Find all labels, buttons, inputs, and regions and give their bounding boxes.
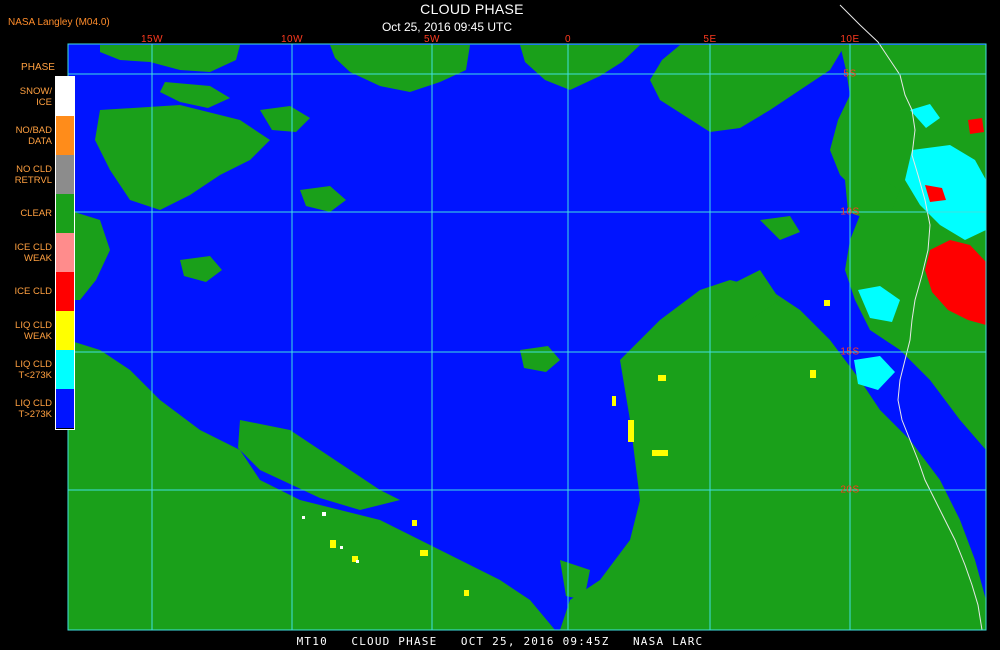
latitude-label: 20S — [840, 484, 860, 496]
legend-swatch — [56, 389, 74, 428]
phase-legend — [55, 76, 75, 430]
longitude-label: 10W — [280, 34, 304, 45]
latitude-label: 15S — [840, 346, 860, 358]
longitude-label: 15W — [140, 34, 164, 45]
legend-label: NO CLD RETRVL — [14, 163, 52, 186]
legend-swatch — [56, 233, 74, 272]
legend-swatch — [56, 155, 74, 194]
legend-label: CLEAR — [20, 208, 52, 219]
legend-swatch — [56, 194, 74, 233]
legend-label: SNOW/ ICE — [19, 85, 52, 108]
legend-label: LIQ CLD T>273K — [15, 397, 52, 420]
longitude-label: 5E — [703, 34, 717, 45]
longitude-label: 0 — [564, 34, 572, 45]
legend-swatch — [56, 272, 74, 311]
legend-swatch — [56, 116, 74, 155]
latitude-label: 10S — [840, 206, 860, 218]
longitude-label: 10E — [840, 34, 860, 45]
legend-label: ICE CLD — [14, 286, 52, 297]
legend-swatch — [56, 77, 74, 116]
legend-label: ICE CLD WEAK — [14, 241, 52, 264]
longitude-label: 5W — [424, 34, 440, 45]
legend-swatch — [56, 350, 74, 389]
legend-label: NO/BAD DATA — [15, 124, 52, 147]
cloud-phase-map — [67, 4, 987, 631]
legend-swatch — [56, 311, 74, 350]
legend-title: PHASE — [21, 62, 55, 73]
footer-caption: MT10 CLOUD PHASE OCT 25, 2016 09:45Z NAS… — [296, 635, 704, 648]
legend-label: LIQ CLD T<273K — [15, 358, 52, 381]
latitude-label: 5S — [843, 68, 857, 80]
legend-label: LIQ CLD WEAK — [15, 319, 52, 342]
